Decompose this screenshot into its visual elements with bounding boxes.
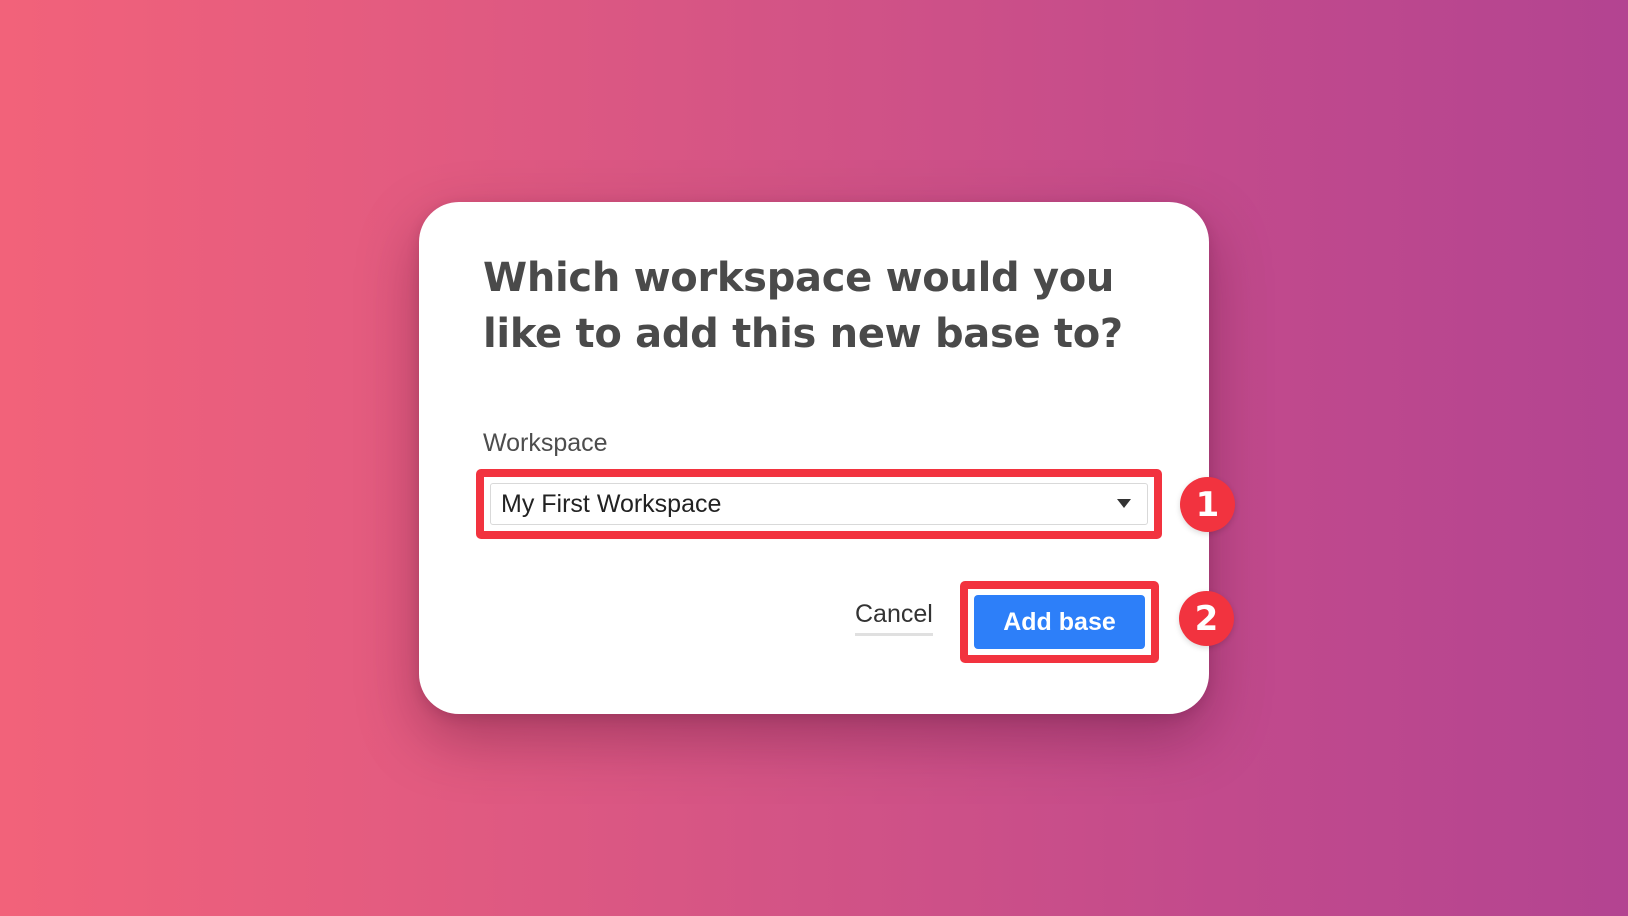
workspace-dialog: Which workspace would you like to add th… [419,202,1209,714]
dialog-title: Which workspace would you like to add th… [483,255,1123,357]
step-badge-2: 2 [1179,591,1234,646]
add-base-button[interactable]: Add base [974,595,1145,649]
step-badge-1: 1 [1180,477,1235,532]
workspace-select-value: My First Workspace [501,489,722,518]
workspace-select[interactable]: My First Workspace [490,483,1148,525]
cancel-button[interactable]: Cancel [855,600,933,636]
workspace-label: Workspace [483,429,608,457]
chevron-down-icon [1117,499,1131,508]
